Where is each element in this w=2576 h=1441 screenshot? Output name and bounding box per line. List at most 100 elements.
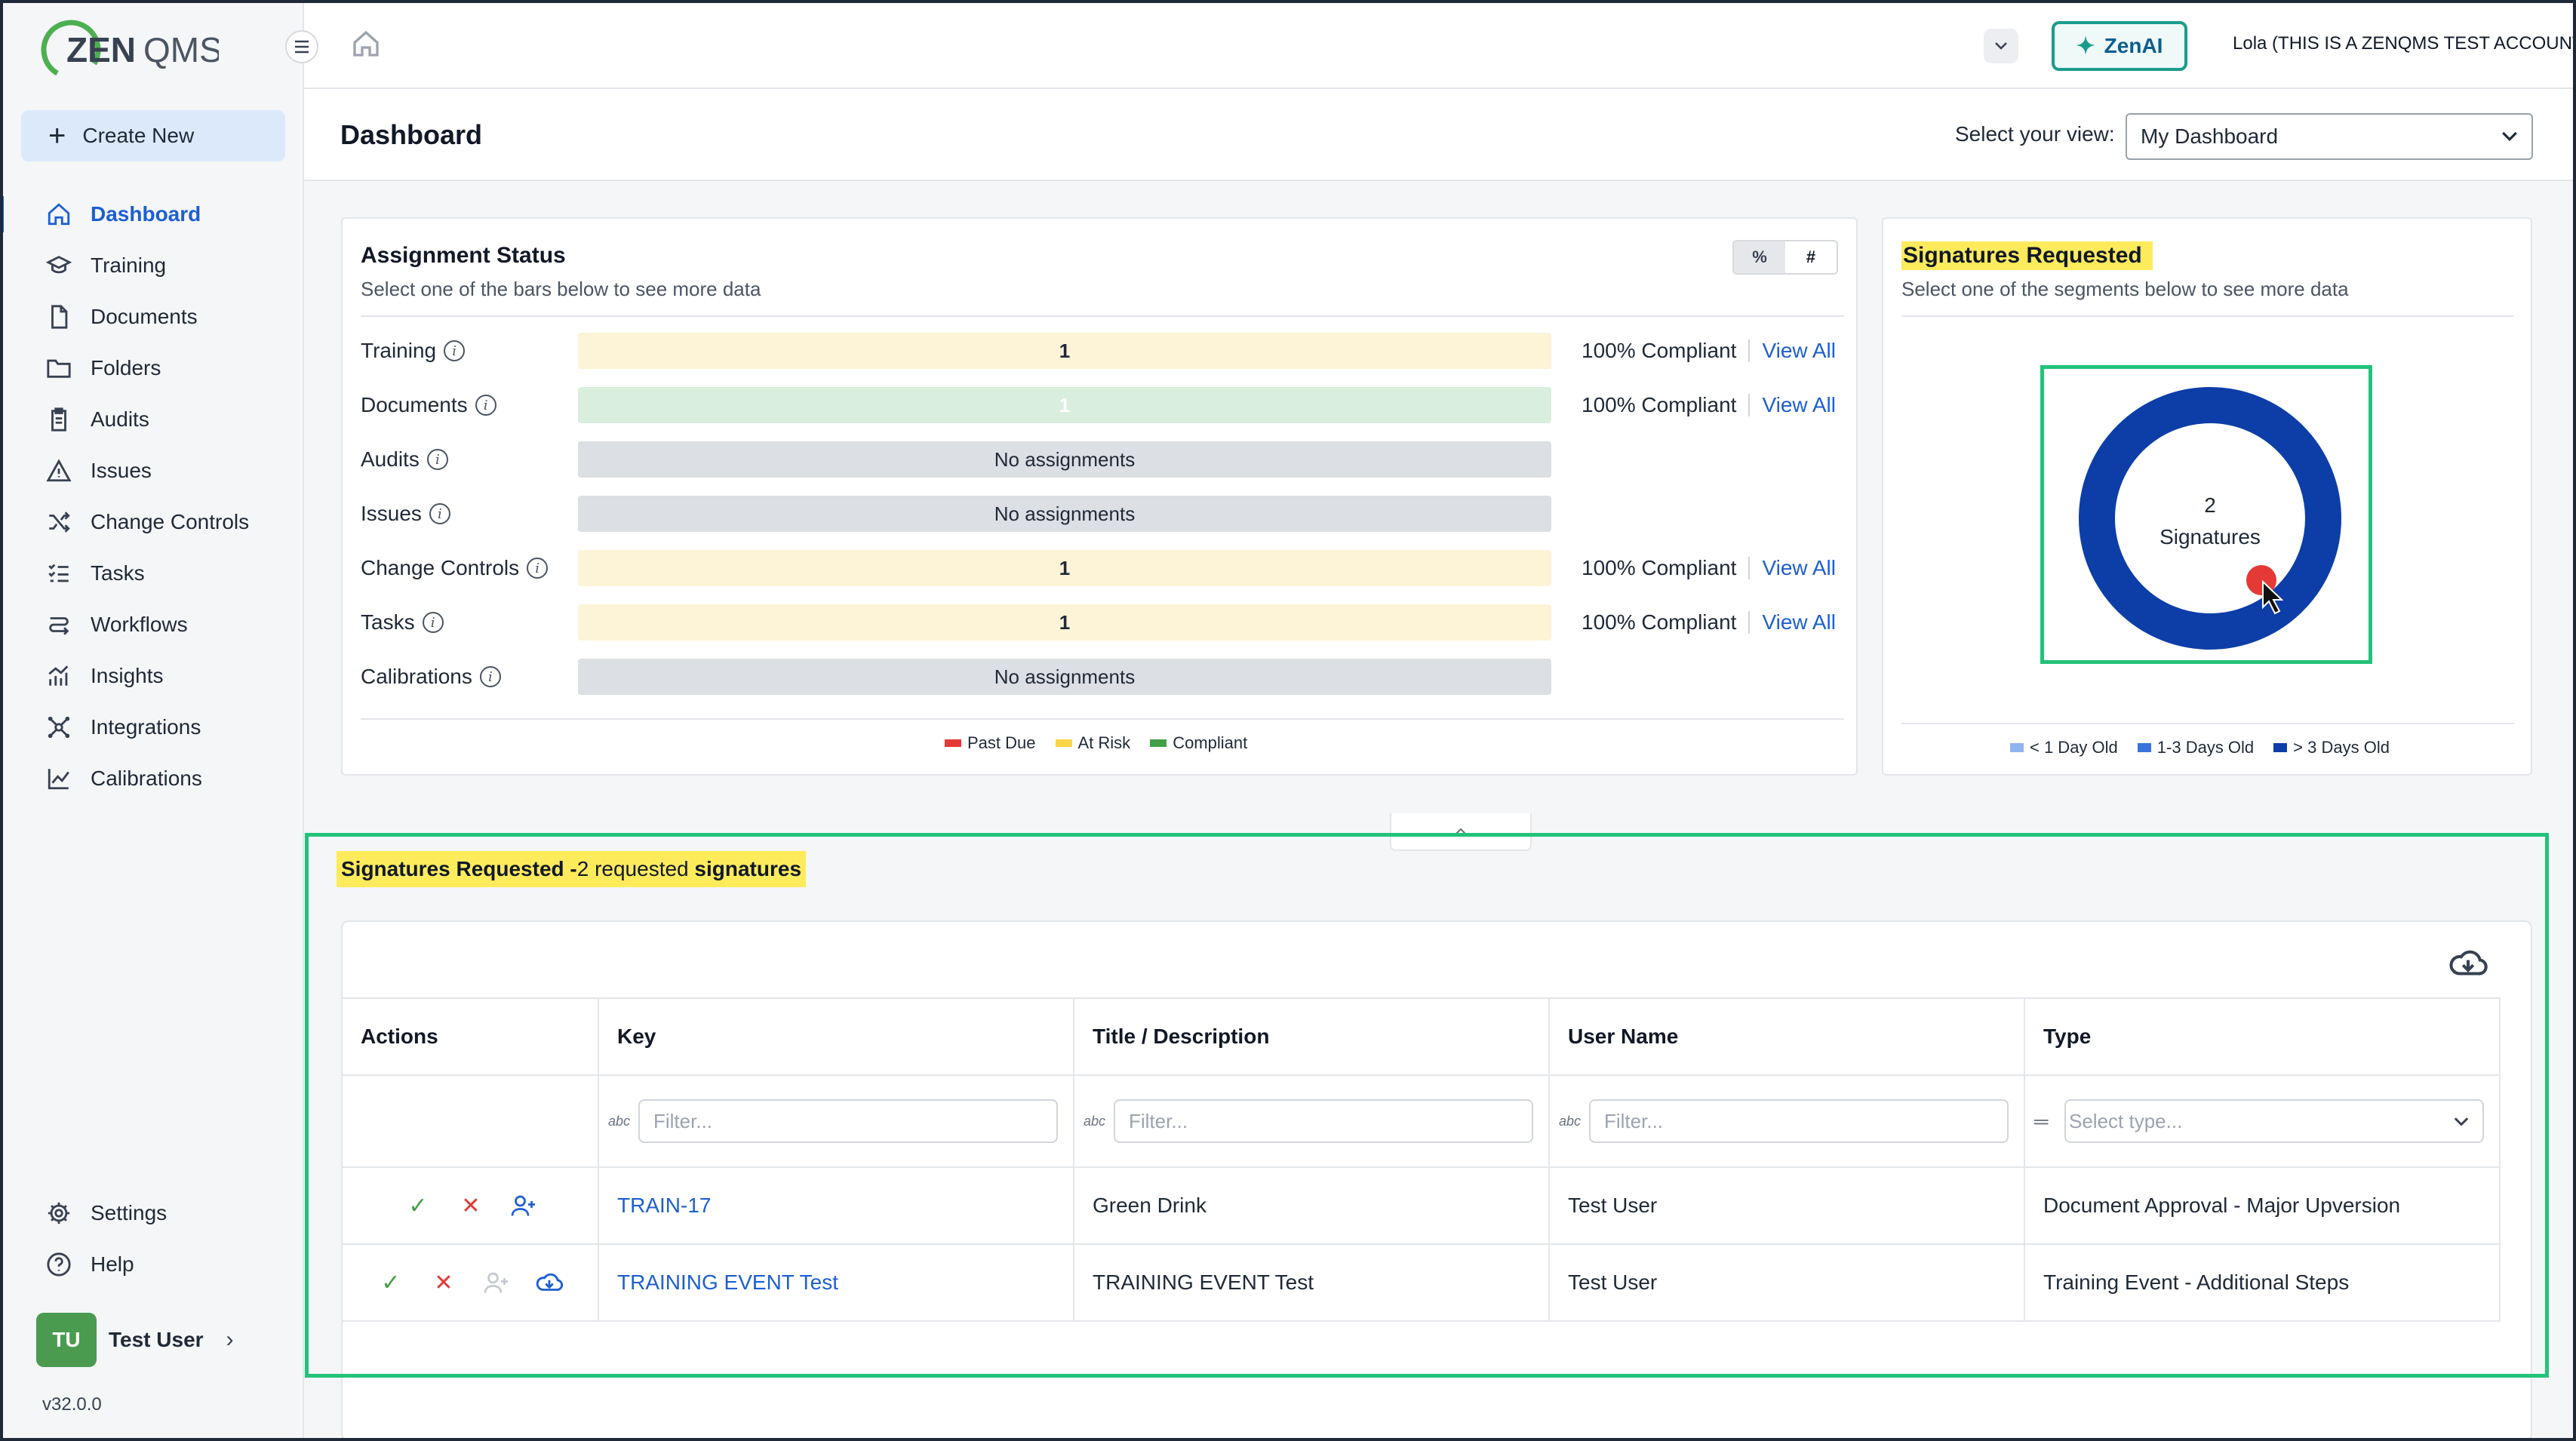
info-icon[interactable]: i bbox=[527, 558, 549, 579]
assignment-bar[interactable]: 1 bbox=[578, 333, 1551, 369]
assignment-row-calibrations: Calibrations i No assignments bbox=[361, 658, 1844, 696]
signatures-legend: < 1 Day Old 1-3 Days Old > 3 Days Old bbox=[2010, 738, 2409, 757]
sidebar-item-dashboard[interactable]: Dashboard bbox=[0, 189, 304, 240]
divider bbox=[1901, 723, 2514, 724]
plus-icon: + bbox=[48, 119, 66, 152]
view-all-link[interactable]: View All bbox=[1762, 339, 1836, 363]
create-new-label: Create New bbox=[82, 124, 195, 147]
row-label: Calibrations bbox=[361, 665, 472, 688]
zenai-label: ZenAI bbox=[2104, 34, 2163, 57]
toggle-percent[interactable]: % bbox=[1734, 241, 1785, 273]
sidebar-item-change-controls[interactable]: Change Controls bbox=[0, 496, 304, 548]
legend-item-more-3-days: > 3 Days Old bbox=[2273, 738, 2390, 757]
row-label: Issues bbox=[361, 502, 422, 525]
chevron-right-icon: › bbox=[226, 1327, 234, 1352]
card-title: Signatures Requested bbox=[1901, 241, 2153, 270]
row-label: Tasks bbox=[361, 610, 415, 634]
sidebar-item-tasks[interactable]: Tasks bbox=[0, 548, 304, 599]
assignment-bar[interactable]: 1 bbox=[578, 387, 1551, 423]
info-icon[interactable]: i bbox=[475, 395, 496, 416]
assignment-bar[interactable]: 1 bbox=[578, 604, 1551, 641]
sidebar-item-integrations[interactable]: Integrations bbox=[0, 702, 304, 753]
zenqms-logo[interactable]: ZEN QMS bbox=[38, 17, 219, 84]
assignment-row-change-controls: Change Controls i 1 100% Compliant View A… bbox=[361, 549, 1844, 587]
sidebar-item-audits[interactable]: Audits bbox=[0, 394, 304, 445]
sidebar-item-label: Tasks bbox=[91, 561, 145, 585]
home-icon[interactable] bbox=[351, 29, 381, 59]
info-icon[interactable]: i bbox=[479, 666, 501, 687]
task-list-icon bbox=[45, 560, 72, 587]
card-subtitle: Select one of the segments below to see … bbox=[1901, 278, 2349, 300]
clipboard-icon bbox=[45, 406, 72, 433]
donut-segment-3-days[interactable] bbox=[2079, 387, 2341, 650]
assignment-bar[interactable]: No assignments bbox=[578, 441, 1551, 478]
legend-item-less-1-day: < 1 Day Old bbox=[2010, 738, 2118, 757]
info-icon[interactable]: i bbox=[444, 340, 466, 361]
assignment-row-issues: Issues i No assignments bbox=[361, 495, 1844, 533]
info-icon[interactable]: i bbox=[422, 612, 444, 633]
view-select-value: My Dashboard bbox=[2141, 124, 2279, 148]
separator bbox=[1748, 611, 1751, 634]
assignment-bar[interactable]: No assignments bbox=[578, 496, 1551, 532]
legend-item-compliant: Compliant bbox=[1150, 733, 1247, 753]
sidebar-collapse-button[interactable] bbox=[285, 30, 318, 63]
account-name[interactable]: Lola (THIS IS A ZENQMS TEST ACCOUNT) bbox=[2233, 33, 2576, 54]
sidebar-item-documents[interactable]: Documents bbox=[0, 291, 304, 343]
view-all-link[interactable]: View All bbox=[1762, 556, 1836, 580]
top-dropdown-button[interactable] bbox=[1984, 29, 2018, 63]
sidebar-item-label: Issues bbox=[91, 459, 152, 482]
user-menu[interactable]: TU Test User › bbox=[36, 1313, 234, 1367]
assignment-bar[interactable]: No assignments bbox=[578, 659, 1551, 695]
app-version: v32.0.0 bbox=[42, 1394, 102, 1415]
sidebar-item-calibrations[interactable]: Calibrations bbox=[0, 753, 304, 804]
sidebar-item-issues[interactable]: Issues bbox=[0, 445, 304, 496]
signatures-requested-card: Signatures Requested Select one of the s… bbox=[1882, 217, 2532, 776]
sidebar: ZEN QMS + Create New Dashboard Training … bbox=[0, 0, 318, 1441]
sidebar-item-workflows[interactable]: Workflows bbox=[0, 599, 304, 650]
avatar: TU bbox=[36, 1313, 97, 1367]
compliance-status: 100% Compliant bbox=[1582, 556, 1737, 579]
insights-icon bbox=[45, 662, 72, 690]
sidebar-item-label: Folders bbox=[91, 356, 161, 379]
page-title: Dashboard bbox=[340, 119, 483, 150]
zenai-button[interactable]: ✦ ZenAI bbox=[2052, 21, 2187, 71]
shuffle-icon bbox=[45, 508, 72, 536]
page-header: Dashboard Select your view: My Dashboard bbox=[304, 89, 2576, 181]
create-new-button[interactable]: + Create New bbox=[21, 110, 285, 161]
gear-icon bbox=[45, 1200, 72, 1227]
compliance-status: 100% Compliant bbox=[1582, 610, 1737, 634]
chart-line-icon bbox=[45, 765, 72, 792]
assignment-bar[interactable]: 1 bbox=[578, 550, 1551, 586]
chevron-down-icon bbox=[1995, 42, 2007, 50]
assignment-row-documents: Documents i 1 100% Compliant View All bbox=[361, 386, 1844, 424]
percent-count-toggle: % # bbox=[1732, 240, 1838, 275]
signatures-donut-chart[interactable]: 2 Signatures bbox=[2044, 369, 2369, 660]
divider bbox=[361, 315, 1844, 317]
sidebar-item-label: Help bbox=[91, 1252, 134, 1276]
card-title: Assignment Status bbox=[361, 243, 566, 268]
sidebar-item-insights[interactable]: Insights bbox=[0, 650, 304, 702]
sidebar-item-label: Integrations bbox=[91, 715, 201, 739]
warning-icon bbox=[45, 457, 72, 484]
legend-item-past-due: Past Due bbox=[945, 733, 1036, 753]
sidebar-item-label: Settings bbox=[91, 1201, 168, 1224]
hamburger-icon bbox=[295, 40, 309, 54]
top-bar: ✦ ZenAI Lola (THIS IS A ZENQMS TEST ACCO… bbox=[304, 0, 2576, 89]
view-select[interactable]: My Dashboard bbox=[2126, 113, 2533, 160]
info-icon[interactable]: i bbox=[429, 503, 450, 524]
separator bbox=[1748, 340, 1751, 362]
toggle-count[interactable]: # bbox=[1785, 241, 1837, 273]
workflow-icon bbox=[45, 611, 72, 638]
view-all-link[interactable]: View All bbox=[1762, 610, 1836, 634]
sidebar-item-training[interactable]: Training bbox=[0, 240, 304, 291]
sidebar-item-help[interactable]: Help bbox=[0, 1239, 304, 1290]
divider bbox=[361, 718, 1844, 720]
sidebar-item-label: Calibrations bbox=[91, 767, 202, 790]
sidebar-item-settings[interactable]: Settings bbox=[0, 1188, 304, 1239]
sidebar-item-label: Insights bbox=[91, 664, 164, 687]
sidebar-item-label: Dashboard bbox=[91, 202, 201, 226]
view-all-link[interactable]: View All bbox=[1762, 393, 1836, 417]
assignment-legend: Past Due At Risk Compliant bbox=[945, 733, 1267, 753]
sidebar-item-folders[interactable]: Folders bbox=[0, 343, 304, 394]
info-icon[interactable]: i bbox=[426, 449, 448, 470]
